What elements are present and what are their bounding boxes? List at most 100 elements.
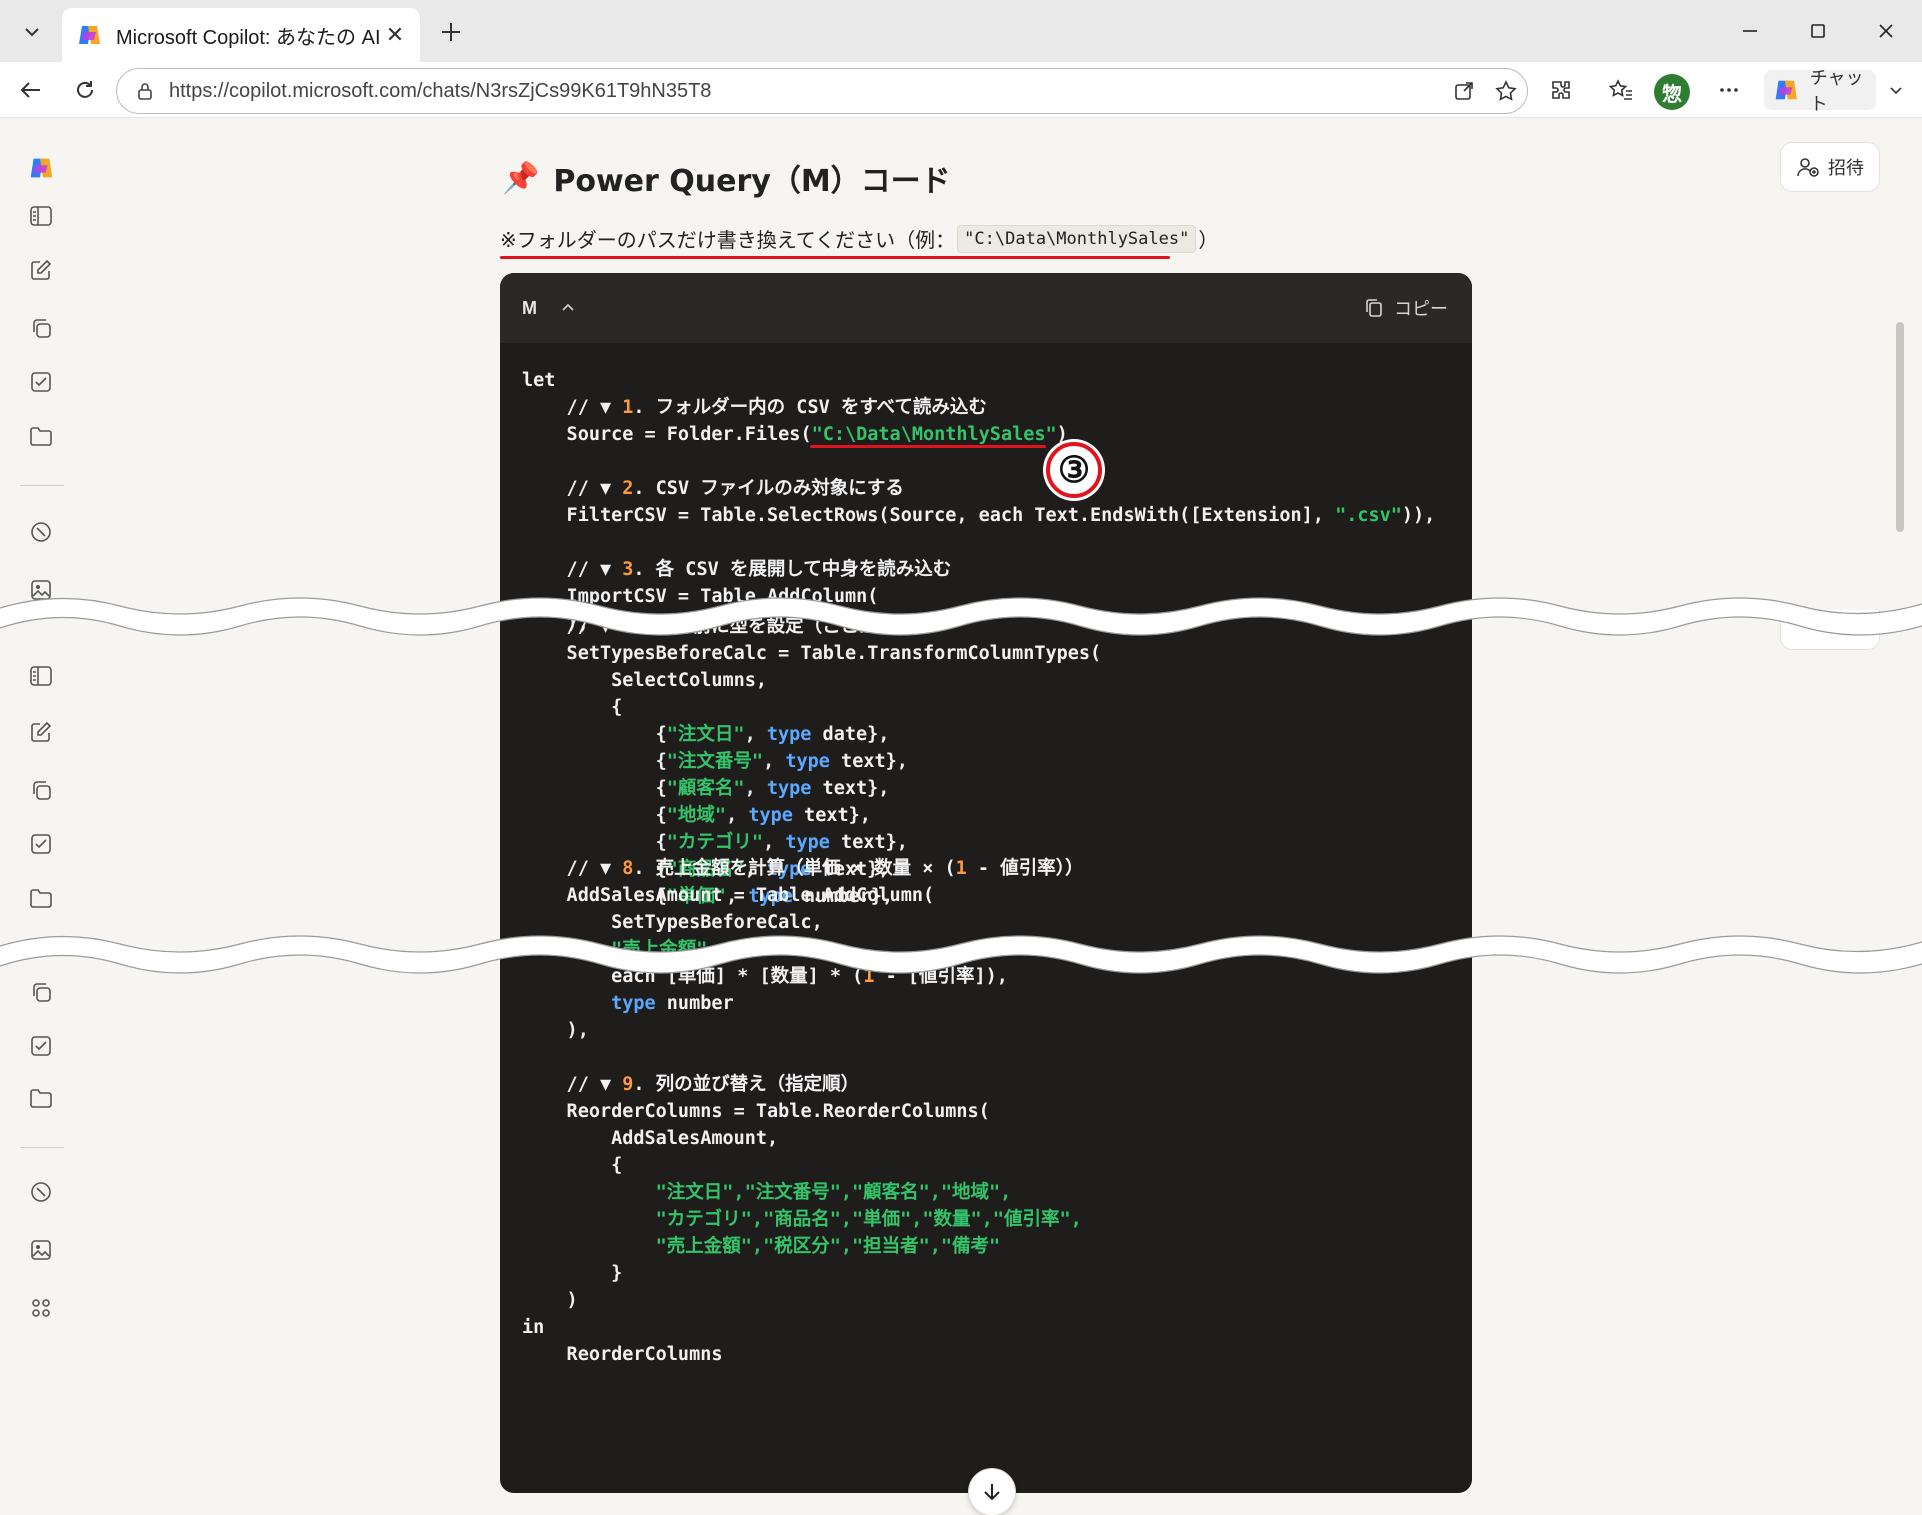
copilot-icon xyxy=(1775,80,1797,100)
step-number-badge: ③ xyxy=(1046,442,1102,498)
tab-list-button[interactable] xyxy=(8,12,56,52)
new-chat-icon[interactable] xyxy=(24,715,58,749)
code-line: SelectColumns, xyxy=(522,667,1101,694)
scroll-to-bottom-button[interactable] xyxy=(968,1468,1016,1515)
copy-code-button[interactable]: コピー xyxy=(1364,295,1448,321)
profile-avatar[interactable]: 惣 xyxy=(1654,74,1690,110)
library-icon[interactable] xyxy=(24,773,58,807)
open-in-app-icon[interactable] xyxy=(1443,71,1485,111)
favorite-star-icon[interactable] xyxy=(1485,71,1527,111)
tab-bar: Microsoft Copilot: あなたの AI アシス ✕ xyxy=(0,0,1922,62)
sidebar-toggle-icon[interactable] xyxy=(24,659,58,693)
code-token-plain: ) xyxy=(522,1290,578,1311)
code-token-plain: , xyxy=(763,832,786,853)
extensions-button[interactable] xyxy=(1540,70,1582,110)
minimize-button[interactable] xyxy=(1718,8,1782,54)
code-token-plain: text}, xyxy=(829,832,908,853)
collapse-chevron-icon[interactable] xyxy=(559,299,577,317)
code-language-label: M xyxy=(522,297,537,318)
code-token-plain: . 各 CSV を展開して中身を読み込む xyxy=(633,559,952,580)
copilot-favicon-icon xyxy=(79,26,100,44)
active-tab[interactable]: Microsoft Copilot: あなたの AI アシス ✕ xyxy=(62,8,420,62)
copilot-logo-icon[interactable] xyxy=(24,151,58,185)
chat-label: チャット xyxy=(1809,68,1864,114)
new-chat-icon[interactable] xyxy=(24,253,58,287)
code-line: ), xyxy=(522,1017,1083,1044)
code-token-plain: ReorderColumns xyxy=(522,1344,723,1365)
apps-grid-icon[interactable] xyxy=(24,1291,58,1325)
pushpin-icon: 📌 xyxy=(502,160,540,196)
code-token-str: "売上金額","税区分","担当者","備考" xyxy=(522,1236,1001,1257)
copilot-chat-button[interactable]: チャット xyxy=(1764,68,1876,114)
library-icon[interactable] xyxy=(24,311,58,345)
code-line: type number xyxy=(522,990,1083,1017)
code-line: // ▼ 2. CSV ファイルのみ対象にする xyxy=(522,475,1435,502)
copy-icon xyxy=(1366,299,1382,317)
code-token-plain: text}, xyxy=(829,751,908,772)
code-line: } xyxy=(522,1260,1083,1287)
torn-edge-separator xyxy=(0,597,1922,636)
minimize-icon xyxy=(1743,30,1757,32)
chevron-down-icon xyxy=(25,28,39,37)
arrow-down-icon xyxy=(984,1484,1000,1501)
folder-icon[interactable] xyxy=(24,1081,58,1115)
code-token-plain: SelectColumns, xyxy=(522,670,768,691)
code-line: Source = Folder.Files("C:\Data\MonthlySa… xyxy=(522,421,1435,448)
url-text[interactable]: https://copilot.microsoft.com/chats/N3rs… xyxy=(169,80,1443,103)
more-menu-button[interactable] xyxy=(1708,70,1750,110)
address-bar[interactable]: https://copilot.microsoft.com/chats/N3rs… xyxy=(116,68,1528,114)
refresh-button[interactable] xyxy=(64,70,106,110)
discover-icon[interactable] xyxy=(24,1175,58,1209)
code-token-str: "注文日" xyxy=(666,724,745,745)
code-token-plain: - 値引率）） xyxy=(966,858,1084,879)
code-token-plain: { xyxy=(522,1155,623,1176)
chat-dropdown-button[interactable] xyxy=(1878,70,1914,110)
left-rail xyxy=(0,119,78,1515)
code-line: ) xyxy=(522,1287,1083,1314)
folder-icon[interactable] xyxy=(24,881,58,915)
annotation-underline xyxy=(500,256,1170,259)
code-token-num: 8 xyxy=(622,858,634,879)
discover-icon[interactable] xyxy=(24,515,58,549)
back-arrow-icon xyxy=(20,82,40,98)
code-token-plain: )), xyxy=(1401,505,1436,526)
code-token-kw: type xyxy=(766,778,812,799)
invite-label: 招待 xyxy=(1828,158,1864,179)
code-line: AddSalesAmount = Table.AddColumn( xyxy=(522,882,1083,909)
close-tab-icon[interactable]: ✕ xyxy=(382,22,408,48)
section-heading: 📌 Power Query（M）コード xyxy=(502,156,951,200)
close-window-button[interactable] xyxy=(1854,8,1918,54)
path-annotation-underline xyxy=(810,445,1046,448)
code-line: {"顧客名", type text}, xyxy=(522,775,1101,802)
library-icon[interactable] xyxy=(24,975,58,1009)
favorites-button[interactable] xyxy=(1600,70,1642,110)
code-line: // ▼ 3. 各 CSV を展開して中身を読み込む xyxy=(522,556,1435,583)
code-token-plain: , xyxy=(744,724,767,745)
code-token-plain: AddSalesAmount = Table.AddColumn( xyxy=(522,885,935,906)
code-line: let xyxy=(522,367,1435,394)
code-token-kw: type xyxy=(766,724,812,745)
lock-icon[interactable] xyxy=(131,77,159,105)
add-person-icon xyxy=(1797,158,1819,177)
folder-icon[interactable] xyxy=(24,419,58,453)
sidebar-toggle-icon[interactable] xyxy=(24,199,58,233)
code-token-str: "カテゴリ","商品名","単価","数量","値引率", xyxy=(522,1209,1082,1230)
page-scrollbar[interactable] xyxy=(1896,322,1904,532)
code-token-plain: . 列の並び替え（指定順） xyxy=(633,1074,860,1095)
tasks-icon[interactable] xyxy=(24,365,58,399)
maximize-button[interactable] xyxy=(1786,8,1850,54)
code-token-plain: { xyxy=(522,805,667,826)
image-gallery-icon[interactable] xyxy=(24,1233,58,1267)
tasks-icon[interactable] xyxy=(24,1029,58,1063)
code-token-plain: ) xyxy=(1056,424,1068,445)
new-tab-button[interactable] xyxy=(428,12,474,52)
code-line: FilterCSV = Table.SelectRows(Source, eac… xyxy=(522,502,1436,529)
back-button[interactable] xyxy=(10,70,52,110)
tab-title: Microsoft Copilot: あなたの AI アシス xyxy=(116,26,382,49)
tasks-icon[interactable] xyxy=(24,827,58,861)
code-token-plain: ReorderColumns = Table.ReorderColumns( xyxy=(522,1101,990,1122)
code-token-plain: { xyxy=(522,751,667,772)
invite-button[interactable]: 招待 xyxy=(1780,142,1880,192)
code-token-plain: text}, xyxy=(811,778,890,799)
